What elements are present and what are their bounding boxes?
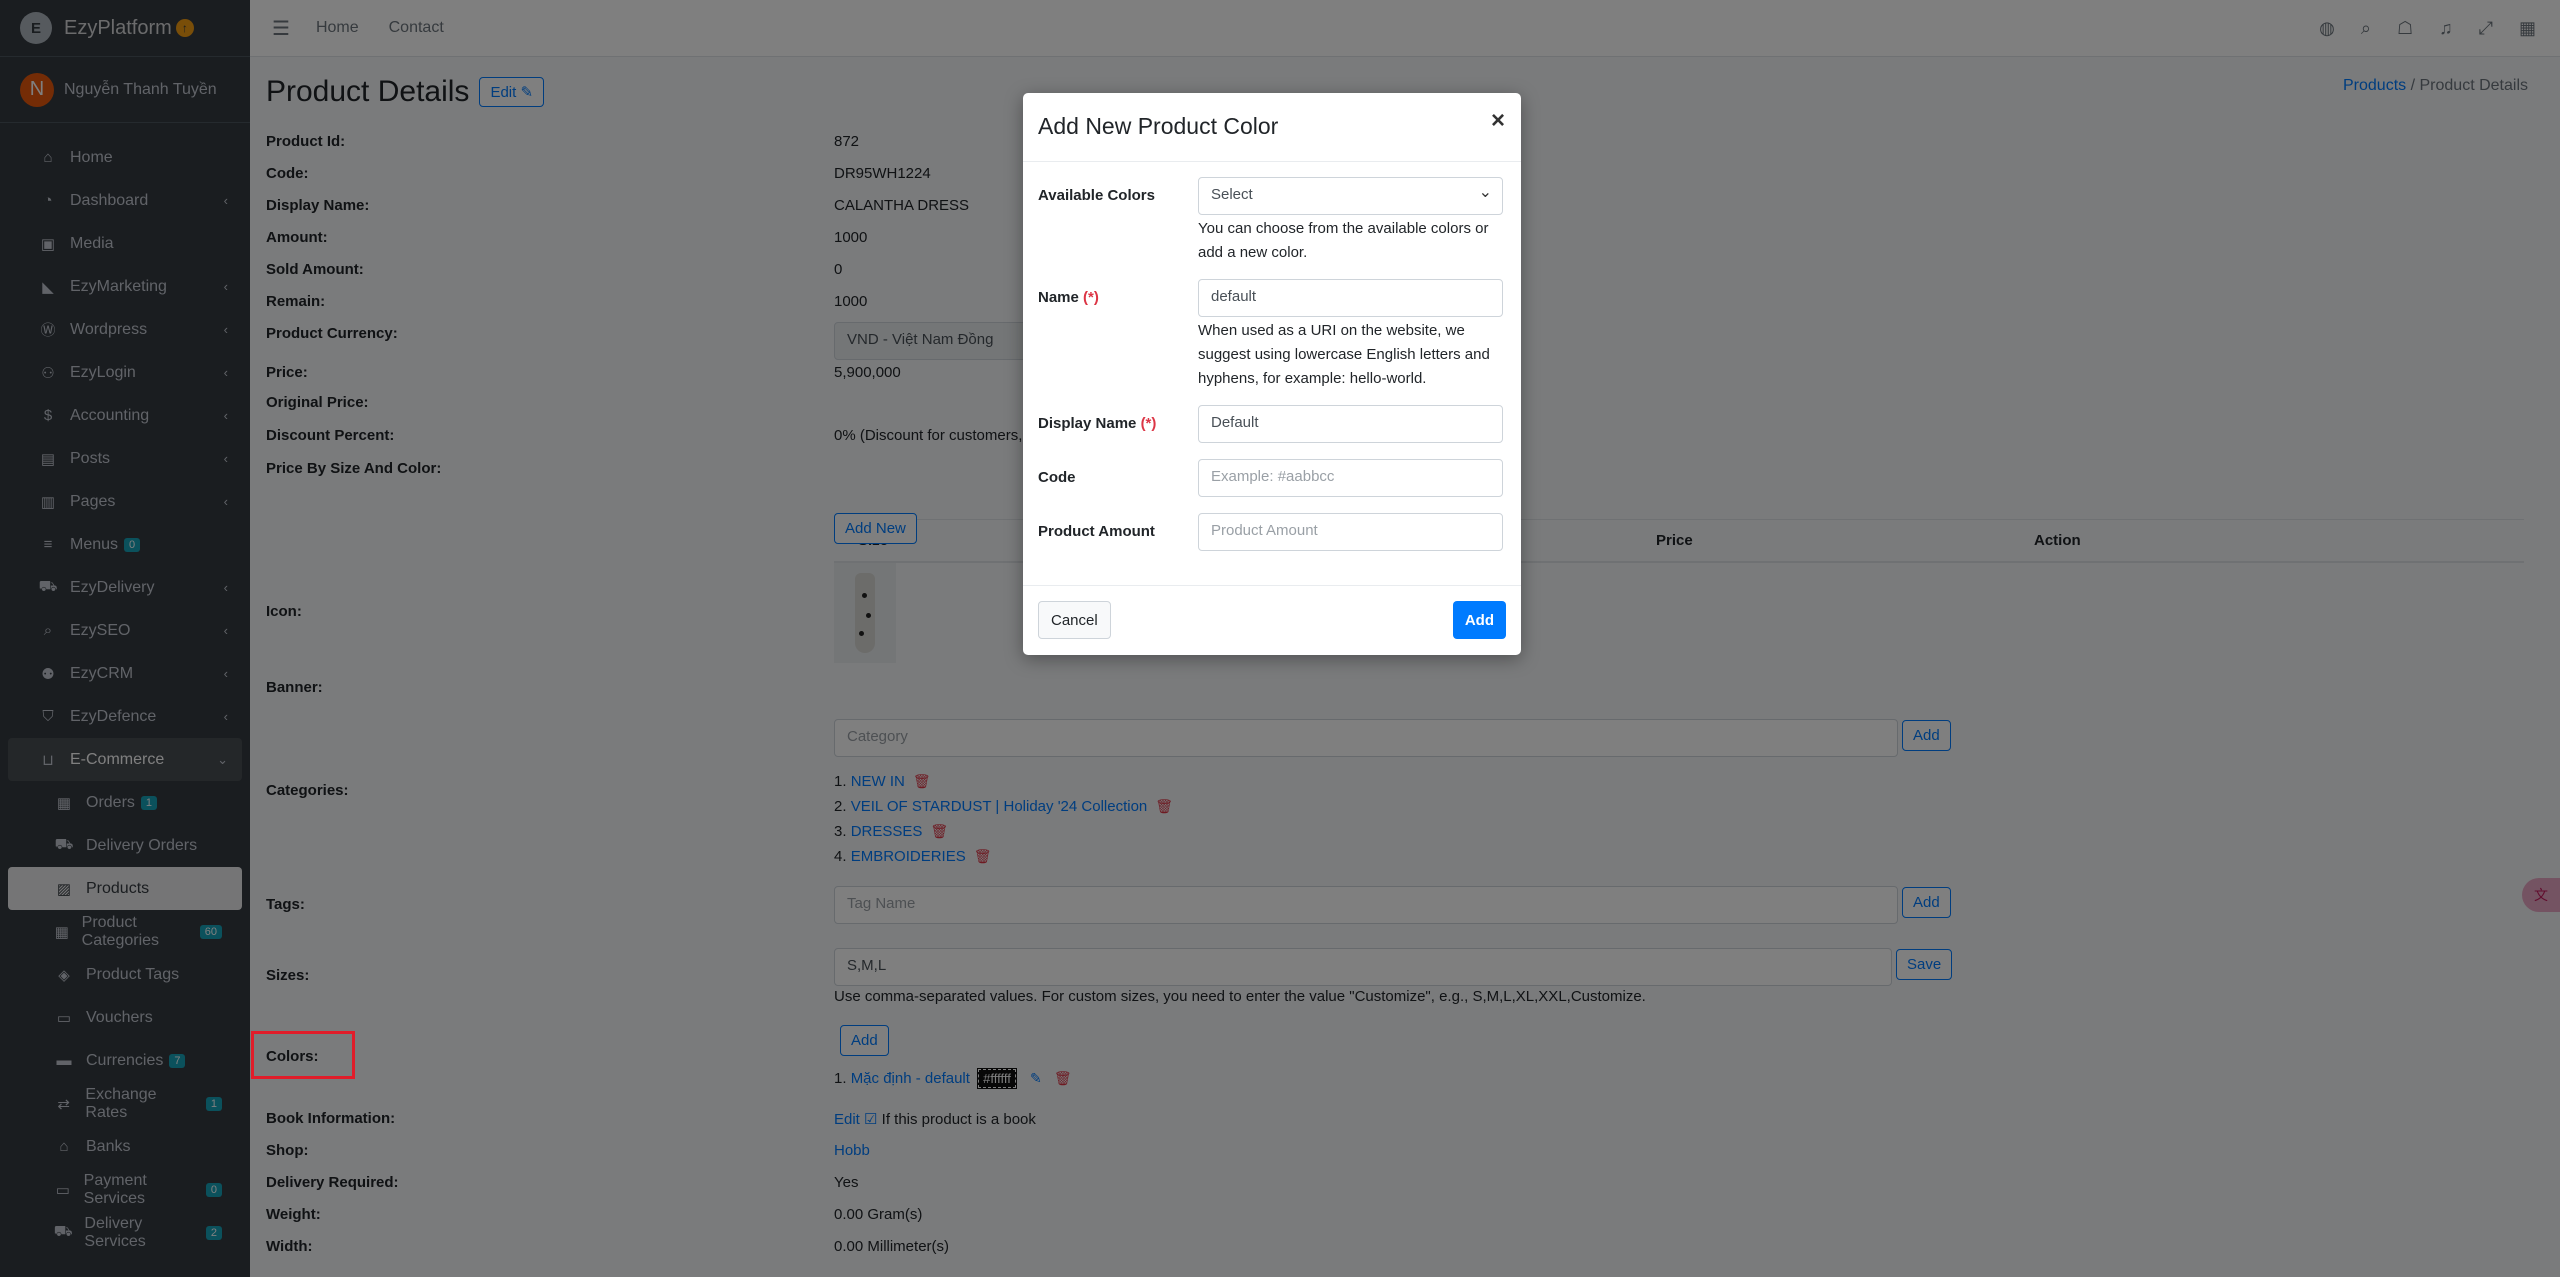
available-colors-label: Available Colors — [1038, 187, 1155, 204]
display-name-input[interactable]: Default — [1198, 405, 1503, 443]
available-colors-select[interactable]: Select — [1198, 177, 1503, 215]
modal-header: Add New Product Color × — [1023, 93, 1521, 162]
code-label: Code — [1038, 469, 1076, 486]
name-label-text: Name — [1038, 289, 1079, 306]
close-icon[interactable]: × — [1491, 107, 1505, 135]
display-name-label: Display Name (*) — [1038, 415, 1156, 432]
add-button[interactable]: Add — [1452, 601, 1506, 639]
add-product-color-modal: Add New Product Color × Available Colors… — [1023, 93, 1521, 655]
required-mark: (*) — [1140, 415, 1157, 432]
name-label: Name (*) — [1038, 289, 1099, 306]
required-mark: (*) — [1083, 289, 1099, 306]
product-amount-input[interactable]: Product Amount — [1198, 513, 1503, 551]
code-input[interactable]: Example: #aabbcc — [1198, 459, 1503, 497]
available-colors-help: You can choose from the available colors… — [1198, 220, 1489, 261]
cancel-button[interactable]: Cancel — [1038, 601, 1111, 639]
colors-highlight-box — [251, 1031, 355, 1079]
name-input[interactable]: default — [1198, 279, 1503, 317]
modal-footer: Cancel Add — [1023, 585, 1521, 655]
product-amount-label: Product Amount — [1038, 523, 1155, 540]
modal-title: Add New Product Color — [1038, 113, 1279, 139]
name-help: When used as a URI on the website, we su… — [1198, 322, 1490, 387]
available-colors-select-value: Select — [1211, 186, 1253, 203]
display-name-label-text: Display Name — [1038, 415, 1137, 432]
